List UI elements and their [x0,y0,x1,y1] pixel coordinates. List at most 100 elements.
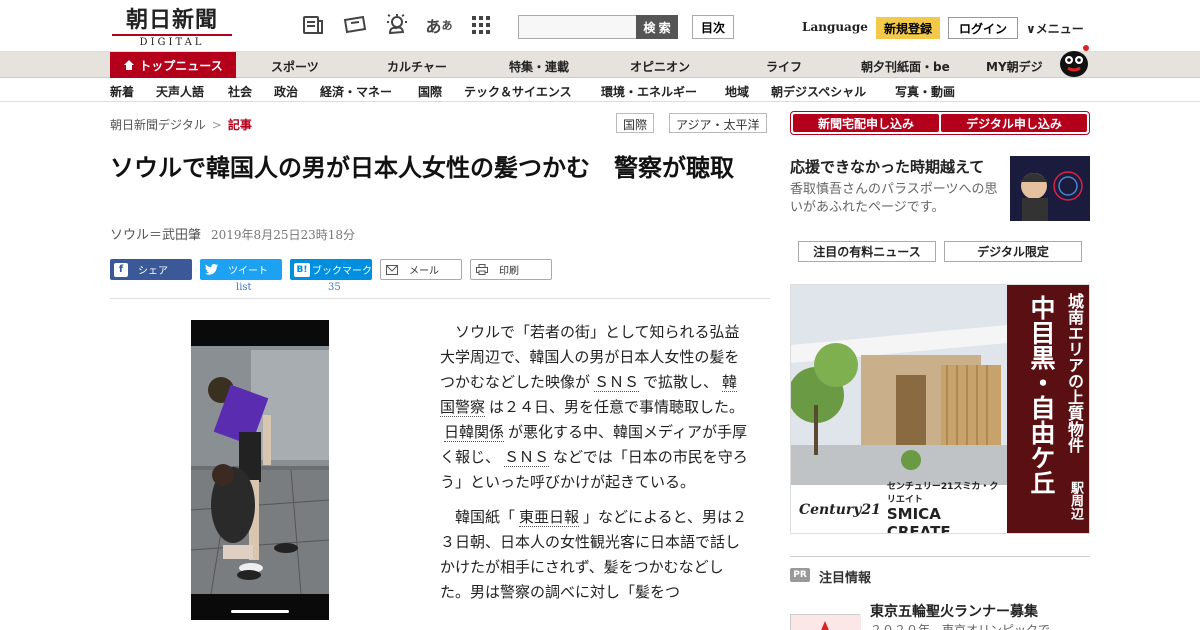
keyword-link-dong-a[interactable]: 東亜日報 [519,508,580,527]
logo-main-text: 朝日新聞 [125,7,218,33]
text-run: は２４日、男を任意で事情聴取した。 [489,398,745,416]
keyword-link-sns[interactable]: ＳＮＳ [594,373,640,392]
ad-brand-small: センチュリー21スミカ・クリエイト [886,482,999,505]
hatena-icon: B! [294,262,310,277]
share-divider [110,298,770,299]
nav-item-sports[interactable]: スポーツ [271,58,319,75]
article-paragraph: ソウルで「若者の街」として知られる弘益大学周辺で、韓国人の男が日本人女性の髪をつ… [440,320,748,495]
share-hatena-button[interactable]: B! ブックマーク [290,259,372,280]
mail-icon [385,263,399,277]
share-mail-label: メール [409,266,439,277]
tag-asia-pacific[interactable]: アジア・太平洋 [669,113,767,133]
share-facebook-button[interactable]: f シェア [110,259,192,280]
keyword-link-sns-2[interactable]: ＳＮＳ [504,448,550,467]
article-author: ソウル＝武田肇 [110,228,202,243]
subnav-item-tech[interactable]: テック＆サイエンス [464,83,572,100]
pr-item-description: ２０２０年、東京オリンピックで [870,623,1051,630]
subnav-item-economy[interactable]: 経済・マネー [320,83,392,100]
text-run: 韓国紙「 [455,508,516,526]
register-button[interactable]: 新規登録 [876,17,940,39]
search-button[interactable]: 検 索 [636,15,678,39]
subnav-item-international[interactable]: 国際 [418,83,442,100]
article-date: 2019年8月25日23時18分 [211,228,355,242]
tab-digital-only[interactable]: デジタル限定 [944,241,1082,262]
century21-logo: Century21 [799,502,881,518]
weather-icon[interactable] [384,12,410,38]
ad-line-3: 駅周辺 [1068,481,1083,520]
share-twitter-label: ツイート [228,266,268,277]
menu-button[interactable]: ∨メニュー [1026,20,1084,37]
subnav-item-environment[interactable]: 環境・エネルギー [601,83,697,100]
pr-heading: 注目情報 [819,571,872,586]
sidebar-divider [790,556,1090,557]
ad-line-2: 中目黒・自由ケ丘 [1027,295,1056,495]
article-photo[interactable] [191,320,329,620]
ticket-icon[interactable] [342,12,368,38]
share-hatena-label: ブックマーク [312,266,372,277]
ad-brand-name: SMICA CREATE [886,505,951,534]
nav-item-life[interactable]: ライフ [766,58,802,75]
hatena-count[interactable]: 35 [328,282,341,293]
subscribe-digital-button[interactable]: デジタル申し込み [941,114,1087,132]
keyword-link-japan-korea[interactable]: 日韓関係 [444,423,505,442]
index-button[interactable]: 目次 [692,15,734,39]
subnav-item-region[interactable]: 地域 [725,83,749,100]
font-size-icon[interactable]: ああ [426,12,453,38]
share-print-button[interactable]: 印刷 [470,259,552,280]
subnav-item-tensei[interactable]: 天声人語 [156,83,204,100]
nav-top-news-label: トップニュース [139,58,223,73]
language-link[interactable]: Language [802,20,868,34]
subscribe-buttons: 新聞宅配申し込み デジタル申し込み [790,111,1090,135]
share-print-label: 印刷 [499,266,519,277]
pr-thumbnail[interactable] [790,614,861,630]
newspaper-icon[interactable] [300,12,326,38]
subnav-item-special[interactable]: 朝デジスペシャル [771,83,866,100]
facebook-icon: f [114,262,128,277]
text-run: で拡散し、 [643,373,719,391]
advertisement[interactable]: Century21 センチュリー21スミカ・クリエイト SMICA CREATE… [790,284,1090,534]
home-icon [124,60,135,70]
mascot-icon[interactable] [1056,42,1092,78]
nav-item-my-asahi[interactable]: MY朝デジ [986,58,1043,75]
breadcrumb-current: 記事 [227,118,252,132]
breadcrumb-home[interactable]: 朝日新聞デジタル [110,118,206,132]
article-body: ソウルで「若者の街」として知られる弘益大学周辺で、韓国人の男が日本人女性の髪をつ… [440,320,748,615]
subnav-item-politics[interactable]: 政治 [274,83,298,100]
nav-item-paper[interactable]: 朝夕刊紙面・be [861,58,950,75]
nav-item-culture[interactable]: カルチャー [387,58,447,75]
site-header: 朝日新聞 DIGITAL ああ 検 索 目次 Language 新規登録 ログイ… [0,0,1200,52]
subnav-item-society[interactable]: 社会 [228,83,252,100]
sub-nav: 新着 天声人語 社会 政治 経済・マネー 国際 テック＆サイエンス 環境・エネル… [0,79,1200,102]
nav-item-opinion[interactable]: オピニオン [630,58,690,75]
share-twitter-button[interactable]: ツイート [200,259,282,280]
promo-title[interactable]: 応援できなかった時期越えて [790,156,1002,177]
login-button[interactable]: ログイン [948,17,1018,39]
ad-brand-text: センチュリー21スミカ・クリエイト SMICA CREATE [886,479,1007,534]
logo-sub-text: DIGITAL [112,34,232,49]
subnav-item-photo[interactable]: 写真・動画 [895,83,955,100]
promo-image[interactable] [1010,156,1090,221]
subscribe-paper-button[interactable]: 新聞宅配申し込み [793,114,939,132]
article-title: ソウルで韓国人の男が日本人女性の髪つかむ 警察が聴取 [110,154,734,182]
nav-top-news[interactable]: トップニュース [110,52,236,78]
subnav-item-latest[interactable]: 新着 [110,83,134,100]
search-input[interactable] [518,15,638,39]
share-mail-button[interactable]: メール [380,259,462,280]
tab-paid-news[interactable]: 注目の有料ニュース [798,241,936,262]
breadcrumb: 朝日新聞デジタル > 記事 [110,116,252,133]
site-logo[interactable]: 朝日新聞 DIGITAL [112,8,232,48]
twitter-icon [204,263,218,277]
article-paragraph: 韓国紙「 東亜日報 」などによると、男は２３日朝、日本人の女性観光客に日本語で話しか… [440,505,748,605]
grid-icon[interactable] [468,12,494,38]
printer-icon [475,263,489,277]
breadcrumb-separator: > [211,118,222,132]
pr-item-title[interactable]: 東京五輪聖火ランナー募集 [870,601,1038,621]
pr-badge: PR [790,568,810,582]
share-facebook-label: シェア [138,266,168,277]
twitter-count[interactable]: list [236,282,252,293]
article-byline: ソウル＝武田肇 2019年8月25日23時18分 [110,224,355,243]
ad-brand-bar: Century21 センチュリー21スミカ・クリエイト SMICA CREATE [791,482,1007,533]
tag-international[interactable]: 国際 [616,113,655,133]
promo-description: 香取慎吾さんのパラスポーツへの思いがあふれたページです。 [790,182,998,215]
nav-item-features[interactable]: 特集・連載 [509,58,569,75]
